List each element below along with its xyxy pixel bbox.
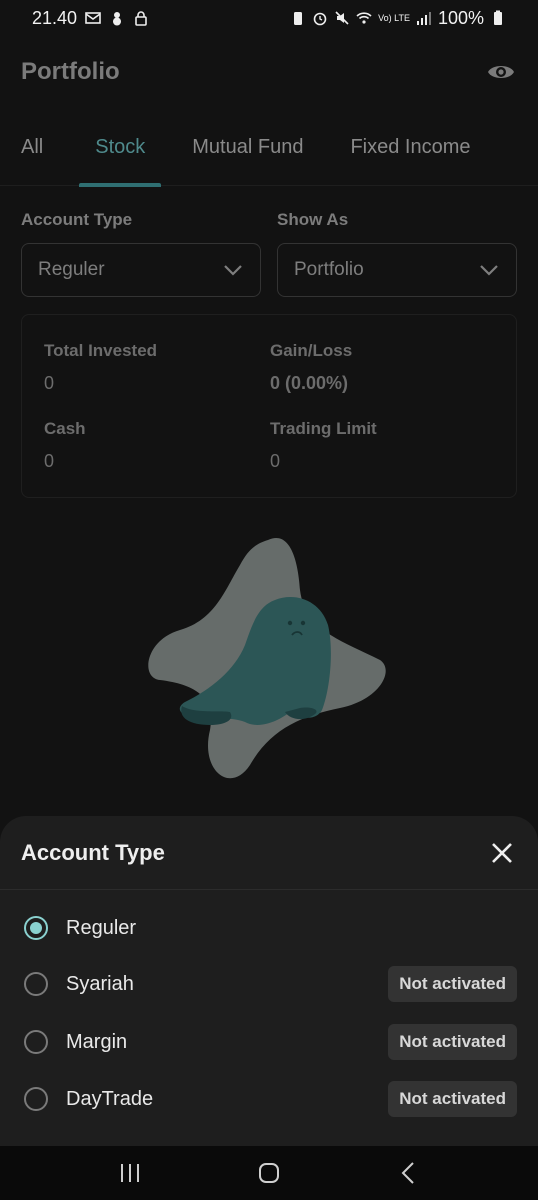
asset-tabs: All Stock Mutual Fund Fixed Income [0, 118, 538, 187]
snowman-icon [113, 12, 122, 26]
option-syariah[interactable]: Syariah Not activated [0, 962, 538, 1006]
chevron-down-icon [480, 265, 498, 276]
mute-icon [335, 11, 349, 25]
total-invested-label: Total Invested [44, 341, 158, 360]
home-icon [258, 1163, 279, 1183]
empty-ghost-illustration [148, 538, 386, 779]
option-daytrade[interactable]: DayTrade Not activated [0, 1077, 538, 1121]
account-type-value: Reguler [38, 259, 105, 280]
status-badge: Not activated [388, 966, 517, 1002]
total-invested: Total Invested 0 [44, 341, 157, 394]
option-label: Reguler [66, 916, 137, 939]
portfolio-summary-card: Total Invested 0 Gain/Loss 0 (0.00%) Cas… [21, 314, 517, 498]
radio-button[interactable] [24, 1087, 48, 1111]
lock-icon [135, 11, 147, 26]
status-badge: Not activated [388, 1024, 517, 1060]
home-button[interactable] [249, 1153, 289, 1193]
total-invested-value: 0 [44, 373, 55, 393]
radio-button[interactable] [24, 1030, 48, 1054]
show-as-select[interactable]: Portfolio [277, 243, 517, 297]
gain-loss-value: 0 (0.00%) [270, 373, 349, 393]
mail-icon [85, 12, 101, 24]
radio-button[interactable] [24, 972, 48, 996]
option-label: Margin [66, 1030, 128, 1053]
network-label: Vo) LTE [378, 12, 410, 23]
recent-apps-button[interactable] [110, 1153, 150, 1193]
close-button[interactable] [487, 838, 517, 868]
sheet-title: Account Type [21, 839, 165, 865]
back-icon [401, 1162, 415, 1184]
account-type-label: Account Type [21, 210, 133, 229]
trading-limit-label: Trading Limit [270, 419, 377, 438]
option-reguler[interactable]: Reguler [0, 906, 538, 950]
cash: Cash 0 [44, 419, 86, 472]
tab-mutual-fund[interactable]: Mutual Fund [176, 118, 319, 186]
option-margin[interactable]: Margin Not activated [0, 1020, 538, 1064]
chevron-down-icon [224, 265, 242, 276]
trading-limit-value: 0 [270, 451, 281, 471]
system-nav-bar [0, 1146, 538, 1200]
battery-percent: 100% [437, 7, 484, 28]
battery-icon [494, 10, 502, 25]
sheet-header: Account Type [0, 816, 538, 890]
account-type-select[interactable]: Reguler [21, 243, 261, 297]
recent-apps-icon [120, 1164, 139, 1182]
cash-label: Cash [44, 419, 86, 438]
show-as-label: Show As [277, 210, 349, 229]
status-bar: 21.40 Vo) LTE 100% [0, 0, 538, 36]
tab-fixed-income[interactable]: Fixed Income [334, 118, 486, 186]
close-icon [492, 842, 512, 863]
alarm-icon [313, 12, 327, 26]
tab-stock[interactable]: Stock [79, 118, 162, 187]
page-title: Portfolio [21, 58, 120, 85]
battery-saver-icon [294, 12, 303, 25]
account-type-bottom-sheet: Account Type Reguler Syariah Not activat… [0, 816, 538, 1146]
show-as-value: Portfolio [294, 259, 364, 280]
trading-limit: Trading Limit 0 [270, 419, 377, 472]
status-badge: Not activated [388, 1081, 517, 1117]
status-time: 21.40 [32, 7, 78, 28]
option-label: DayTrade [66, 1087, 154, 1110]
wifi-icon [356, 12, 372, 24]
back-button[interactable] [388, 1153, 428, 1193]
gain-loss: Gain/Loss 0 (0.00%) [270, 341, 352, 394]
gain-loss-label: Gain/Loss [270, 341, 353, 360]
radio-button[interactable] [24, 916, 48, 940]
signal-icon [416, 12, 431, 25]
eye-icon [488, 66, 514, 78]
toggle-visibility-button[interactable] [485, 56, 517, 88]
tab-all[interactable]: All [0, 118, 59, 186]
app-bar: Portfolio [0, 42, 538, 102]
cash-value: 0 [44, 451, 55, 471]
option-label: Syariah [66, 972, 134, 995]
